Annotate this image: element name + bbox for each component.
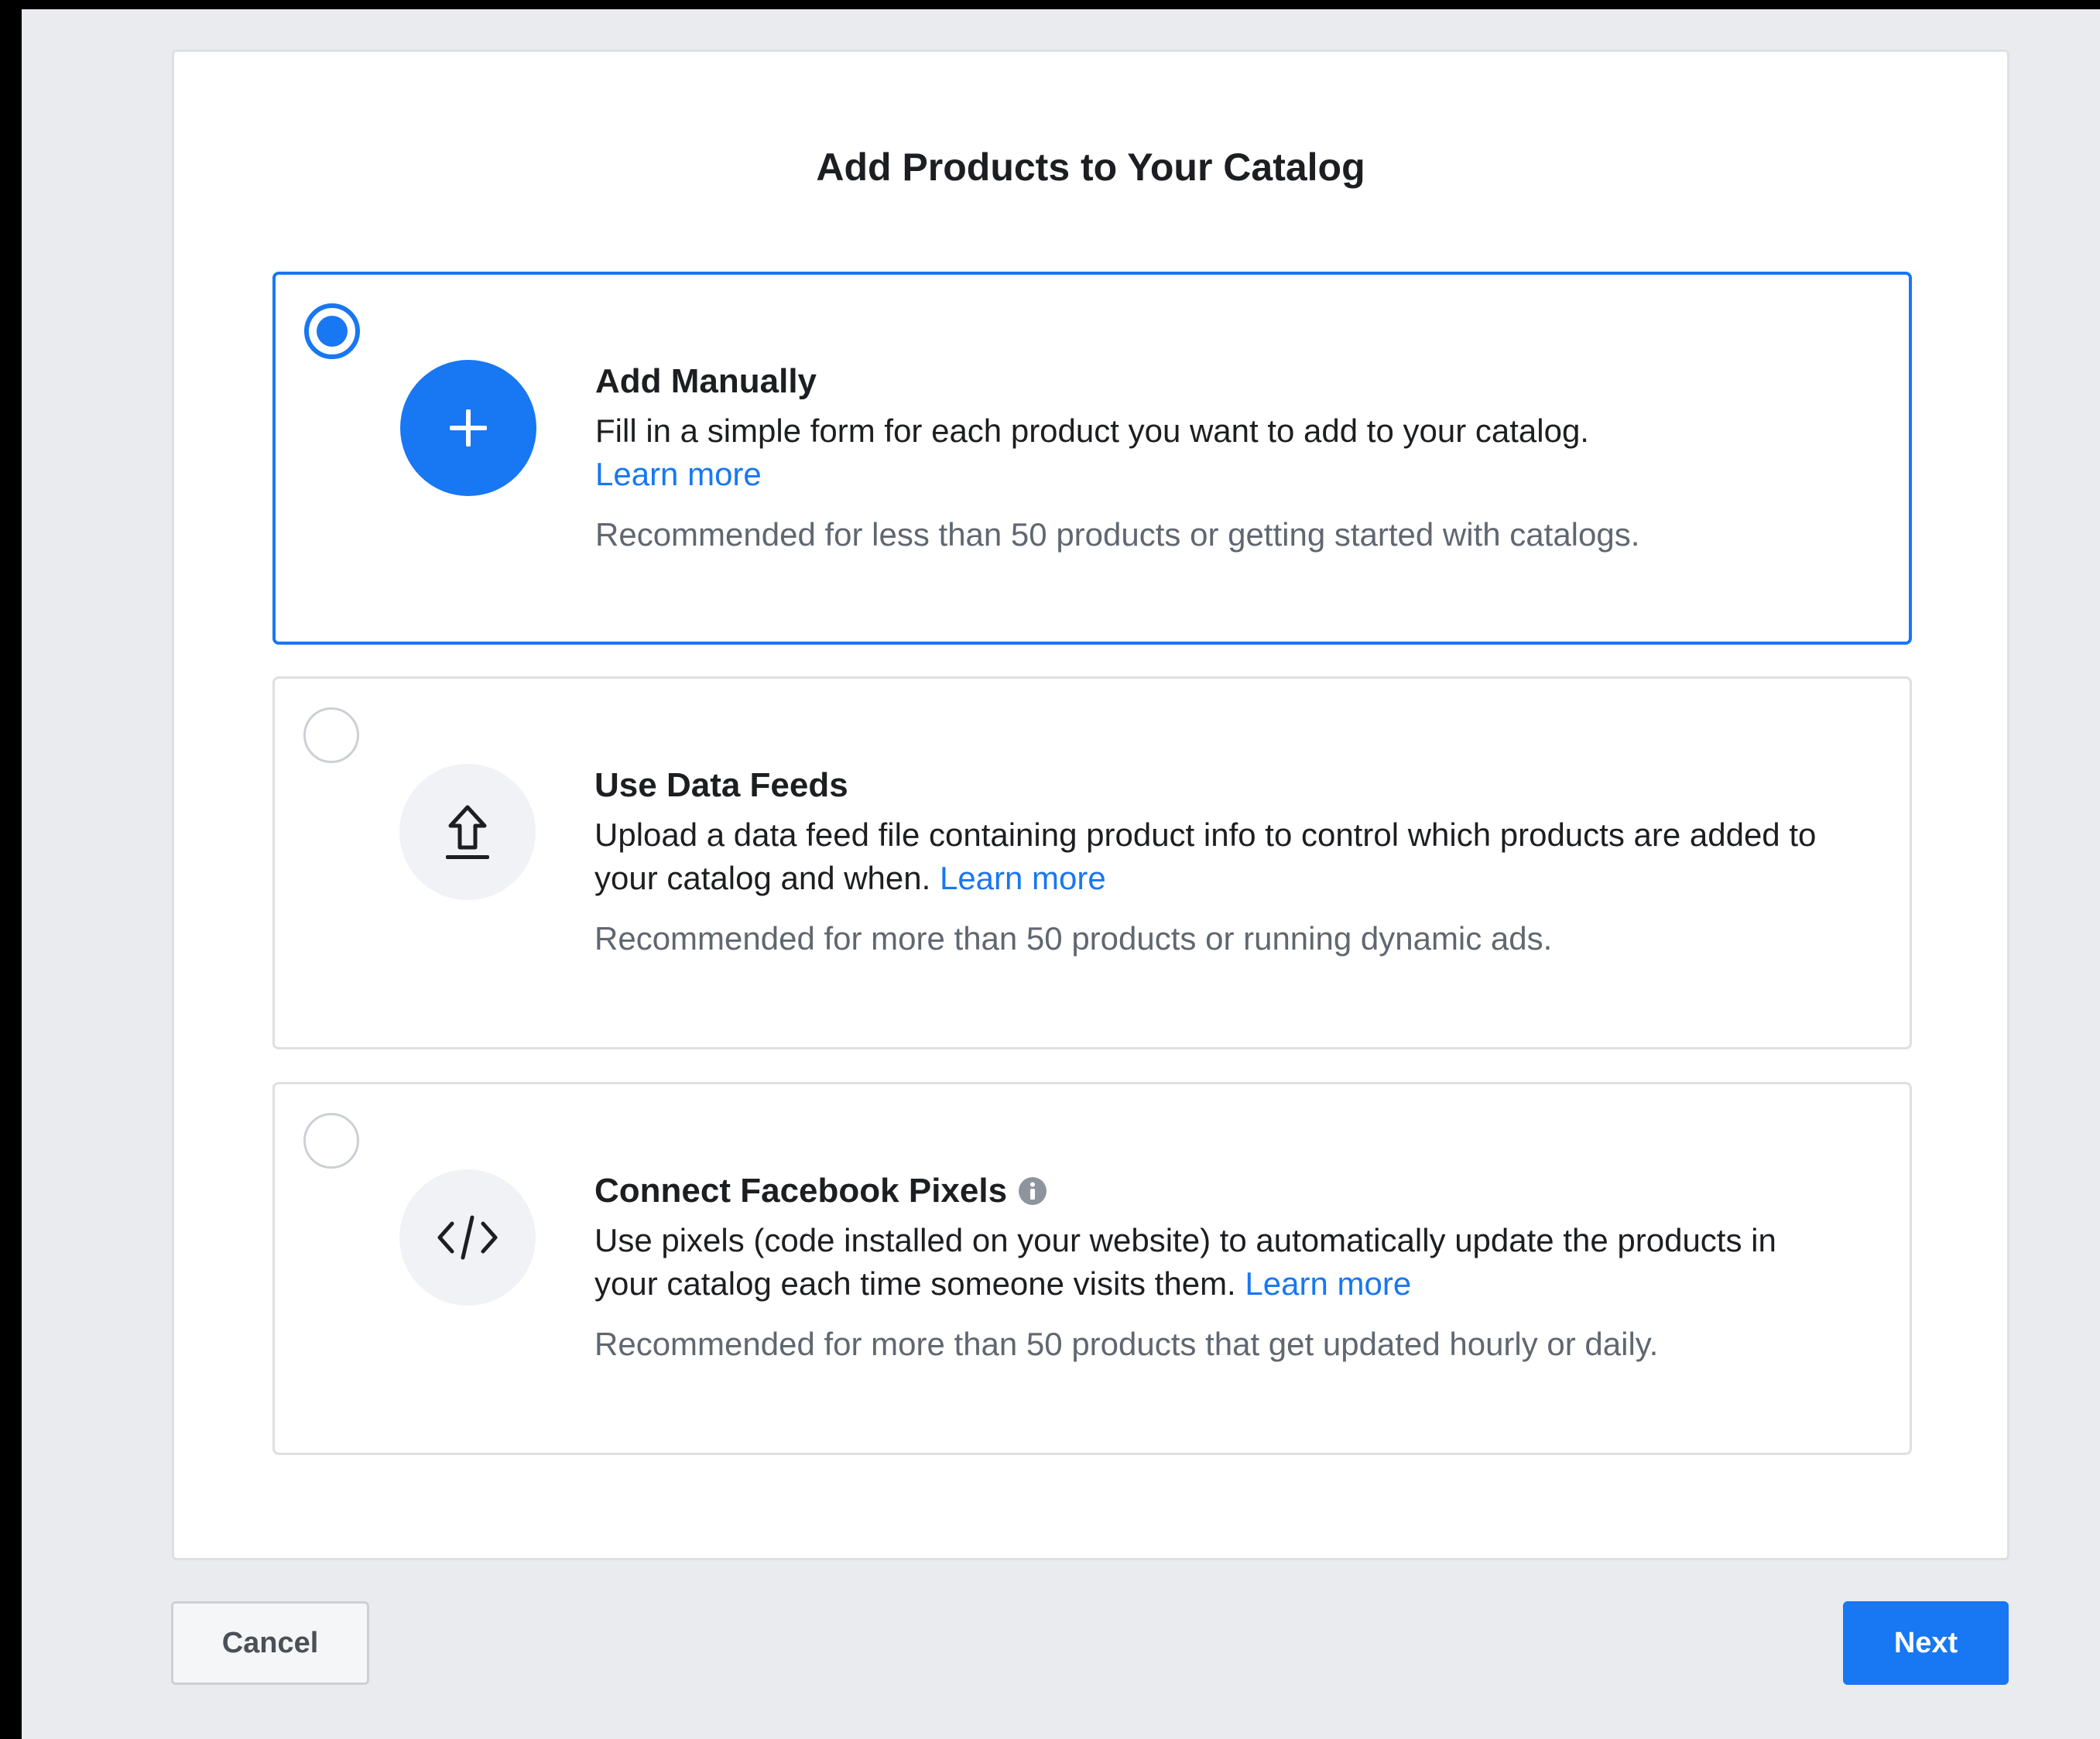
option-description: Fill in a simple form for each product y… xyxy=(595,409,1849,496)
next-button[interactable]: Next xyxy=(1843,1601,2009,1685)
option-text: Use Data Feeds Upload a data feed file c… xyxy=(594,764,1848,960)
option-recommendation: Recommended for more than 50 products th… xyxy=(594,1326,1659,1362)
code-icon xyxy=(399,1169,536,1306)
option-description-text: Use pixels (code installed on your websi… xyxy=(594,1222,1776,1302)
option-title: Use Data Feeds xyxy=(594,766,848,804)
radio-add-manually[interactable] xyxy=(304,303,360,359)
cancel-button[interactable]: Cancel xyxy=(171,1601,369,1685)
learn-more-link[interactable]: Learn more xyxy=(595,456,762,492)
option-recommendation: Recommended for less than 50 products or… xyxy=(595,516,1640,553)
option-title: Connect Facebook Pixels xyxy=(594,1172,1008,1210)
radio-connect-facebook-pixels[interactable] xyxy=(303,1113,359,1169)
plus-icon xyxy=(400,360,536,496)
option-text: Add Manually Fill in a simple form for e… xyxy=(595,360,1849,556)
option-description: Use pixels (code installed on your websi… xyxy=(594,1219,1848,1306)
option-description-text: Upload a data feed file containing produ… xyxy=(594,816,1817,896)
option-use-data-feeds[interactable]: Use Data Feeds Upload a data feed file c… xyxy=(272,676,1912,1049)
option-add-manually[interactable]: Add Manually Fill in a simple form for e… xyxy=(272,272,1912,645)
option-connect-facebook-pixels[interactable]: Connect Facebook Pixels Use pixels (code… xyxy=(272,1082,1912,1455)
info-icon[interactable] xyxy=(1018,1176,1047,1206)
option-text: Connect Facebook Pixels Use pixels (code… xyxy=(594,1169,1848,1366)
option-description-text: Fill in a simple form for each product y… xyxy=(595,412,1589,449)
upload-icon xyxy=(399,764,536,900)
learn-more-link[interactable]: Learn more xyxy=(1245,1265,1411,1302)
option-title-row: Connect Facebook Pixels xyxy=(594,1169,1848,1213)
radio-use-data-feeds[interactable] xyxy=(303,707,359,763)
learn-more-link[interactable]: Learn more xyxy=(940,860,1106,896)
option-recommendation: Recommended for more than 50 products or… xyxy=(594,920,1553,957)
option-description: Upload a data feed file containing produ… xyxy=(594,813,1848,900)
add-products-dialog: Add Products to Your Catalog Add Manuall… xyxy=(172,50,2009,1560)
dialog-title: Add Products to Your Catalog xyxy=(816,145,1365,189)
option-title: Add Manually xyxy=(595,362,817,400)
